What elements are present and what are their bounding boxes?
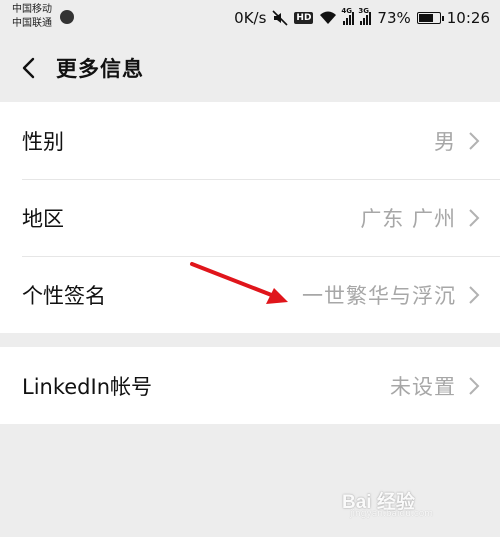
carrier-info: 中国移动 中国联通 bbox=[12, 3, 52, 31]
wifi-icon bbox=[320, 11, 337, 24]
linkedin-value: 未设置 bbox=[390, 374, 456, 399]
page-title: 更多信息 bbox=[56, 57, 144, 81]
chevron-right-icon bbox=[469, 376, 480, 395]
status-bar: 中国移动 中国联通 0K/s HD 4G 3G 73% 10:26 bbox=[0, 0, 500, 36]
status-indicators: 0K/s HD 4G 3G 73% 10:26 bbox=[234, 7, 490, 28]
hd-badge: HD bbox=[294, 12, 314, 24]
signal-4g-icon: 4G bbox=[341, 7, 355, 25]
chevron-right-icon bbox=[469, 131, 480, 150]
gender-row[interactable]: 性别 男 bbox=[0, 102, 500, 179]
region-row[interactable]: 地区 广东 广州 bbox=[0, 179, 500, 256]
account-group: LinkedIn帐号 未设置 bbox=[0, 347, 500, 424]
battery-fill bbox=[418, 14, 433, 22]
region-label: 地区 bbox=[22, 206, 64, 231]
chevron-right-icon bbox=[469, 285, 480, 304]
annotation-arrow-icon bbox=[190, 262, 288, 304]
signal-3g-tag: 3G bbox=[358, 7, 370, 15]
signature-label: 个性签名 bbox=[22, 283, 106, 308]
signature-value: 一世繁华与浮沉 bbox=[302, 283, 456, 308]
globe-icon bbox=[60, 10, 74, 24]
gender-label: 性别 bbox=[22, 129, 64, 154]
region-value: 广东 广州 bbox=[360, 206, 456, 231]
carrier-2: 中国联通 bbox=[12, 18, 52, 29]
battery-icon bbox=[416, 12, 444, 24]
baidu-watermark: Bai 经验 jingyan.baidu.com bbox=[342, 487, 482, 523]
linkedin-label: LinkedIn帐号 bbox=[22, 374, 153, 399]
clock: 10:26 bbox=[446, 9, 490, 27]
signal-4g-tag: 4G bbox=[341, 7, 353, 15]
battery-percent: 73% bbox=[377, 9, 411, 27]
carrier-1: 中国移动 bbox=[12, 4, 52, 15]
chevron-right-icon bbox=[469, 208, 480, 227]
mute-icon bbox=[272, 10, 288, 26]
net-speed: 0K/s bbox=[234, 9, 267, 27]
signal-3g-icon: 3G bbox=[358, 7, 372, 25]
gender-value: 男 bbox=[434, 129, 456, 154]
watermark-url: jingyan.baidu.com bbox=[350, 509, 434, 519]
nav-header: 更多信息 bbox=[0, 36, 500, 100]
linkedin-row[interactable]: LinkedIn帐号 未设置 bbox=[0, 347, 500, 424]
back-arrow-icon[interactable] bbox=[18, 54, 42, 82]
